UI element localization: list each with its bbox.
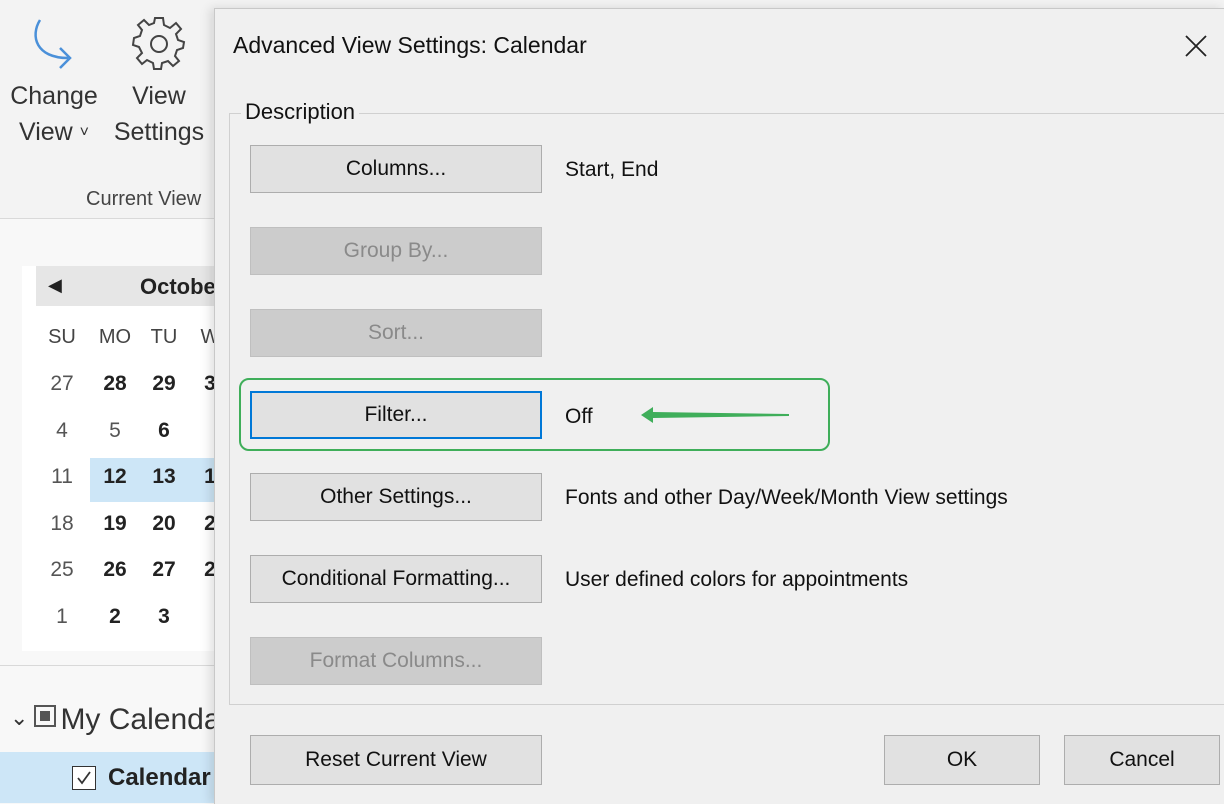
calendar-day[interactable]: 27 — [44, 372, 80, 396]
folder-group-checkbox[interactable] — [34, 705, 57, 727]
curved-arrow-icon — [34, 19, 72, 69]
change-view-label-1: Change — [10, 82, 98, 110]
ribbon-group-label: Current View — [86, 188, 202, 210]
ok-button[interactable]: OK — [884, 735, 1040, 785]
weekday-header: SU — [48, 326, 76, 348]
dialog-title: Advanced View Settings: Calendar — [233, 32, 587, 58]
calendar-folder-label: Calendar — [108, 764, 211, 791]
change-view-label-2: View ˅ — [18, 118, 90, 146]
cancel-button[interactable]: Cancel — [1064, 735, 1220, 785]
calendar-day[interactable]: 11 — [44, 465, 80, 489]
calendar-day[interactable]: 28 — [97, 372, 133, 396]
filter-description: Off — [565, 405, 593, 428]
calendar-day[interactable]: 27 — [146, 558, 182, 582]
reset-current-view-button[interactable]: Reset Current View — [250, 735, 542, 785]
other-settings-description: Fonts and other Day/Week/Month View sett… — [565, 486, 1008, 509]
calendar-day[interactable]: 2 — [97, 605, 133, 629]
calendar-day[interactable]: 3 — [146, 605, 182, 629]
previous-month-icon[interactable]: ◀ — [48, 275, 62, 296]
calendar-day[interactable]: 1 — [44, 605, 80, 629]
calendar-day[interactable]: 19 — [97, 512, 133, 536]
columns-button[interactable]: Columns... — [250, 145, 542, 193]
calendar-day[interactable]: 5 — [97, 419, 133, 443]
advanced-view-settings-dialog: Advanced View Settings: Calendar Descrip… — [214, 8, 1224, 804]
calendar-folder-item[interactable]: Calendar — [0, 752, 230, 803]
checkmark-icon — [77, 771, 91, 785]
other-settings-button[interactable]: Other Settings... — [250, 473, 542, 521]
calendar-day[interactable]: 25 — [44, 558, 80, 582]
view-settings-label-1: View — [132, 82, 186, 110]
chevron-down-icon: ⌄ — [10, 705, 29, 730]
calendar-checkbox[interactable] — [72, 766, 96, 790]
calendar-day[interactable]: 26 — [97, 558, 133, 582]
conditional-formatting-button[interactable]: Conditional Formatting... — [250, 555, 542, 603]
calendar-day[interactable]: 18 — [44, 512, 80, 536]
calendar-day[interactable]: 29 — [146, 372, 182, 396]
conditional-formatting-description: User defined colors for appointments — [565, 568, 909, 591]
calendar-day[interactable]: 4 — [44, 419, 80, 443]
sort-button: Sort... — [250, 309, 542, 357]
left-arrow-icon — [641, 407, 789, 423]
divider — [0, 665, 230, 666]
groupbox-label: Description — [241, 99, 360, 125]
format-columns-button: Format Columns... — [250, 637, 542, 685]
chevron-down-icon: ˅ — [79, 124, 90, 141]
calendar-day[interactable]: 6 — [146, 419, 182, 443]
calendar-day[interactable]: 13 — [146, 465, 182, 489]
view-settings-button[interactable]: View Settings — [104, 14, 214, 150]
columns-description: Start, End — [565, 158, 659, 181]
weekday-header: MO — [98, 326, 132, 348]
view-settings-label-2: Settings — [113, 118, 205, 146]
calendar-day[interactable]: 20 — [146, 512, 182, 536]
filter-button[interactable]: Filter... — [250, 391, 542, 439]
group-by-button: Group By... — [250, 227, 542, 275]
calendar-day[interactable]: 12 — [97, 465, 133, 489]
gear-icon — [131, 17, 186, 70]
change-view-button[interactable]: Change View ˅ — [4, 14, 104, 151]
close-icon[interactable] — [1181, 31, 1211, 61]
folder-group-my-calendars[interactable]: ⌄ My Calendars — [10, 703, 246, 737]
calendar-month: October — [140, 274, 225, 299]
weekday-header: TU — [150, 326, 178, 348]
